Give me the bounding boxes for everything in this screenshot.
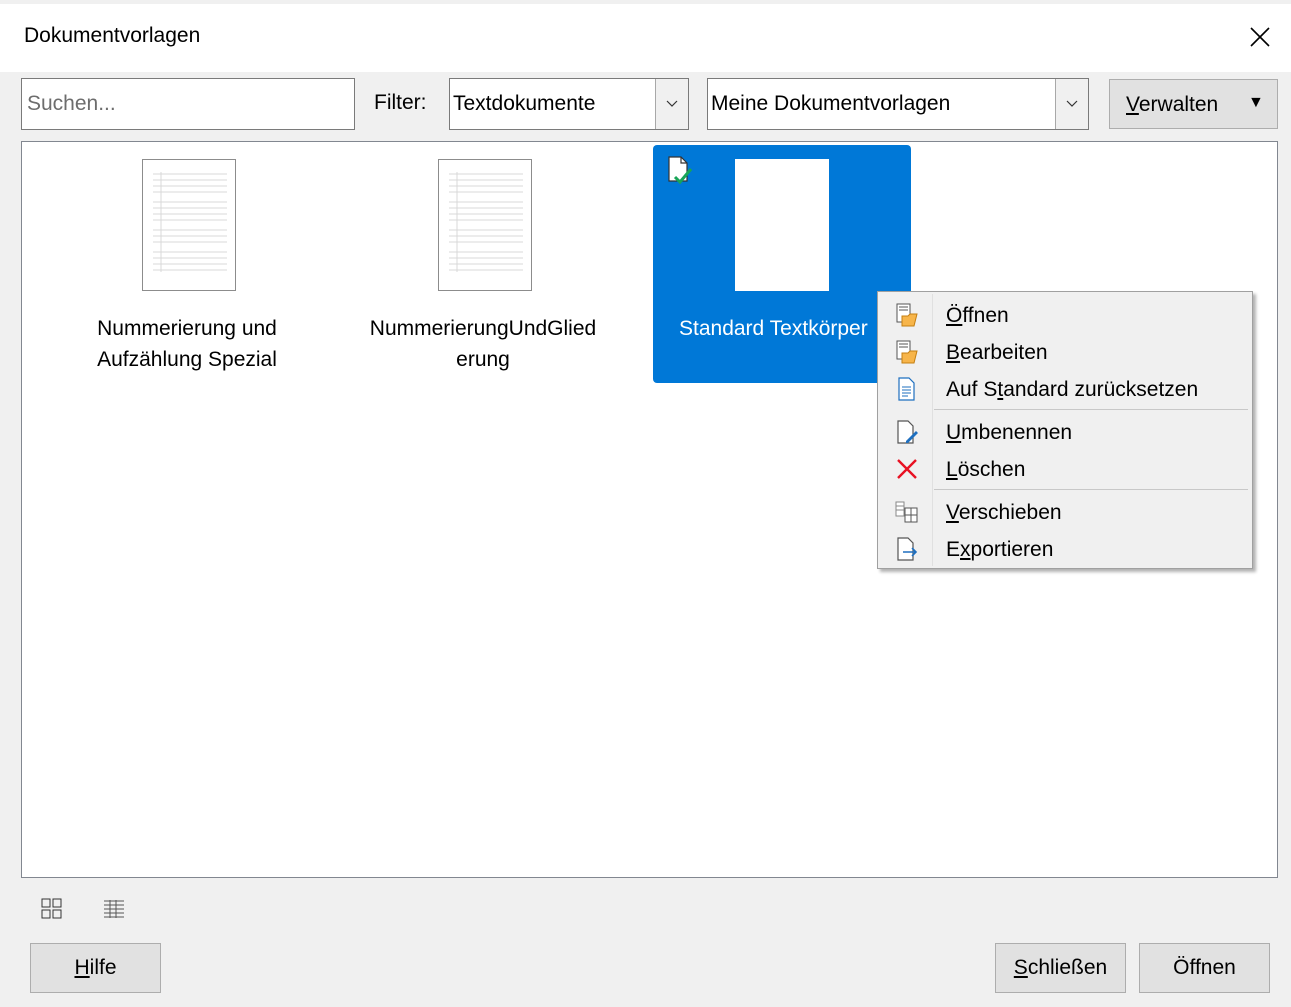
category-select[interactable]: Meine Dokumentvorlagen [707, 78, 1089, 130]
delete-icon [897, 459, 917, 479]
menu-item-edit[interactable]: Bearbeiten [880, 335, 1250, 370]
search-input[interactable] [21, 78, 355, 130]
reset-default-icon [898, 377, 915, 401]
menu-item-delete[interactable]: Löschen [880, 452, 1250, 487]
export-icon [897, 537, 918, 561]
template-item[interactable]: NummerierungUndGlied erung [354, 145, 612, 383]
document-preview-icon [449, 172, 523, 272]
filter-label: Filter: [374, 91, 427, 114]
window-title: Dokumentvorlagen [24, 24, 201, 47]
edit-template-icon [896, 340, 918, 364]
template-thumbnail [735, 159, 829, 291]
triangle-down-icon: ▼ [1248, 94, 1264, 111]
help-button[interactable]: Hilfe [30, 943, 161, 993]
default-template-icon [668, 156, 693, 185]
template-name: Nummerierung und Aufzählung Spezial [97, 317, 277, 371]
open-button[interactable]: Öffnen [1139, 943, 1270, 993]
manage-button[interactable]: Verwalten ▼ [1109, 79, 1278, 129]
move-icon [895, 501, 918, 523]
menu-item-rename[interactable]: Umbenennen [880, 415, 1250, 450]
template-thumbnail [142, 159, 236, 291]
list-view-icon [104, 900, 124, 918]
category-select-value: Meine Dokumentvorlagen [711, 92, 951, 115]
thumbnail-view-button[interactable] [39, 896, 65, 922]
title-bar: Dokumentvorlagen [0, 0, 1291, 72]
top-edge [0, 0, 1291, 4]
filter-select-value: Textdokumente [453, 92, 596, 115]
filter-select[interactable]: Textdokumente [449, 78, 689, 130]
chevron-down-icon [1066, 100, 1078, 107]
close-icon [1250, 27, 1270, 47]
chevron-down-icon [666, 100, 678, 107]
context-menu: Öffnen Bearbeiten Auf Standard zurückset… [877, 291, 1253, 569]
manage-button-label: Verwalten [1126, 93, 1219, 116]
menu-item-move[interactable]: Verschieben [880, 495, 1250, 530]
rename-icon [897, 420, 918, 444]
template-name: NummerierungUndGlied erung [369, 317, 597, 371]
close-button[interactable]: Schließen [995, 943, 1126, 993]
grid-view-icon [41, 898, 62, 919]
open-template-icon [896, 303, 918, 327]
menu-item-open[interactable]: Öffnen [880, 298, 1250, 333]
list-view-button[interactable] [101, 896, 127, 922]
template-thumbnail [438, 159, 532, 291]
menu-separator [934, 409, 1248, 410]
template-item-selected[interactable]: Standard Textkörper [653, 145, 911, 383]
template-item[interactable]: Nummerierung und Aufzählung Spezial [58, 145, 316, 383]
filter-dropdown-button[interactable] [655, 79, 688, 129]
close-window-button[interactable] [1232, 14, 1288, 60]
menu-item-export[interactable]: Exportieren [880, 532, 1250, 567]
category-dropdown-button[interactable] [1055, 79, 1088, 129]
document-preview-icon [153, 172, 227, 272]
menu-item-reset-default[interactable]: Auf Standard zurücksetzen [880, 372, 1250, 407]
menu-separator [934, 489, 1248, 490]
